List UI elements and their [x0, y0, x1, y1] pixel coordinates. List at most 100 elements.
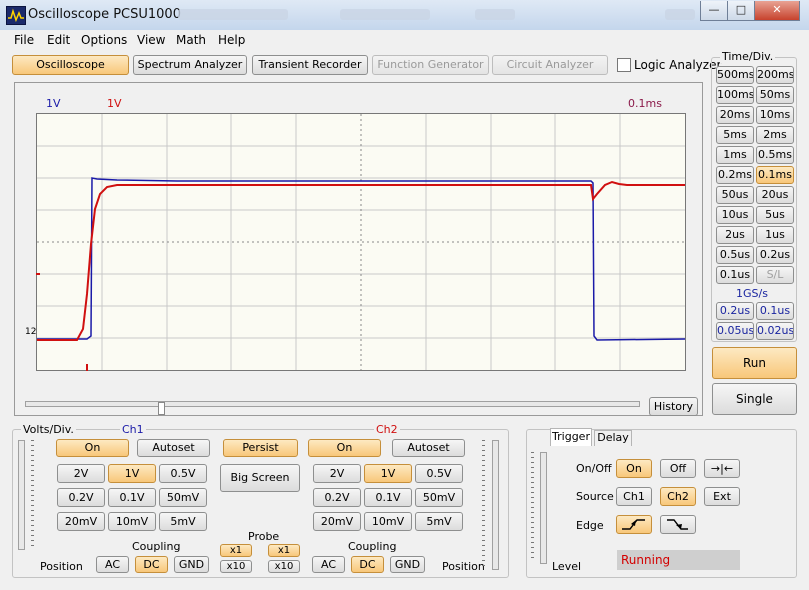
- ch1-volt-1V-button[interactable]: 1V: [108, 464, 156, 483]
- ch1-position-slider[interactable]: [18, 440, 25, 550]
- ch1-probe-x1-button[interactable]: x1: [220, 544, 252, 557]
- function-generator-button[interactable]: Function Generator: [372, 55, 489, 75]
- ch2-volt-0.1V-button[interactable]: 0.1V: [364, 488, 412, 507]
- time-50us-button[interactable]: 50us: [716, 186, 754, 204]
- close-button[interactable]: ✕: [754, 1, 800, 21]
- ch1-volt-2V-button[interactable]: 2V: [57, 464, 105, 483]
- ch2-volt-0.5V-button[interactable]: 0.5V: [415, 464, 463, 483]
- ch2-dc-button[interactable]: DC: [351, 556, 384, 573]
- ch1-gnd-button[interactable]: GND: [174, 556, 209, 573]
- ch2-volt-0.2V-button[interactable]: 0.2V: [313, 488, 361, 507]
- transient-recorder-button[interactable]: Transient Recorder: [252, 55, 368, 75]
- oscilloscope-tab-button[interactable]: Oscilloscope: [12, 55, 129, 75]
- menu-help[interactable]: Help: [218, 33, 245, 47]
- ch2-offset-marker: [36, 273, 40, 275]
- ch2-volt-50mV-button[interactable]: 50mV: [415, 488, 463, 507]
- spectrum-analyzer-button[interactable]: Spectrum Analyzer: [133, 55, 247, 75]
- trigger-off-button[interactable]: Off: [660, 459, 696, 478]
- time-10us-button[interactable]: 10us: [716, 206, 754, 224]
- tab-trigger[interactable]: Trigger: [550, 428, 592, 446]
- waveform-plot[interactable]: [36, 113, 686, 371]
- time-div-title: Time/Div.: [720, 50, 776, 63]
- time-2ms-button[interactable]: 2ms: [756, 126, 794, 144]
- timebase-scroll-thumb[interactable]: [158, 402, 165, 415]
- ch1-volt-0.5V-button[interactable]: 0.5V: [159, 464, 207, 483]
- trigger-on-button[interactable]: On: [616, 459, 652, 478]
- ch1-volt-5mV-button[interactable]: 5mV: [159, 512, 207, 531]
- history-button[interactable]: History: [649, 397, 698, 416]
- trigger-source-ch1-button[interactable]: Ch1: [616, 487, 652, 506]
- falling-edge-button[interactable]: [660, 515, 696, 534]
- ch1-dc-button[interactable]: DC: [135, 556, 168, 573]
- trigger-level-label: Level: [552, 560, 582, 573]
- time-20us-button[interactable]: 20us: [756, 186, 794, 204]
- time-0.1us-button[interactable]: 0.1us: [716, 266, 754, 284]
- window-title: Oscilloscope PCSU1000: [28, 7, 181, 22]
- time-20ms-button[interactable]: 20ms: [716, 106, 754, 124]
- minimize-button[interactable]: —: [700, 1, 728, 21]
- maximize-button[interactable]: □: [727, 1, 755, 21]
- ch2-probe-x1-button[interactable]: x1: [268, 544, 300, 557]
- trigger-source-ext-button[interactable]: Ext: [704, 487, 740, 506]
- time-10ms-button[interactable]: 10ms: [756, 106, 794, 124]
- time-5us-button[interactable]: 5us: [756, 206, 794, 224]
- ch1-probe-x10-button[interactable]: x10: [220, 560, 252, 573]
- time-0.5ms-button[interactable]: 0.5ms: [756, 146, 794, 164]
- trigger-position-marker: [86, 364, 88, 371]
- menu-math[interactable]: Math: [176, 33, 206, 47]
- time-0.02us-button[interactable]: 0.02us: [756, 322, 794, 340]
- time-200ms-button[interactable]: 200ms: [756, 66, 794, 84]
- ch2-probe-x10-button[interactable]: x10: [268, 560, 300, 573]
- timebase-scroll-track[interactable]: [25, 401, 640, 407]
- time-0.05us-button[interactable]: 0.05us: [716, 322, 754, 340]
- persist-button[interactable]: Persist: [223, 439, 298, 457]
- trigger-source-ch2-button[interactable]: Ch2: [660, 487, 696, 506]
- menu-edit[interactable]: Edit: [47, 33, 70, 47]
- time-1us-button[interactable]: 1us: [756, 226, 794, 244]
- ch2-volt-20mV-button[interactable]: 20mV: [313, 512, 361, 531]
- tab-delay[interactable]: Delay: [594, 430, 632, 446]
- ch1-ac-button[interactable]: AC: [96, 556, 129, 573]
- ch2-volt-2V-button[interactable]: 2V: [313, 464, 361, 483]
- menu-view[interactable]: View: [137, 33, 165, 47]
- logic-analyzer-checkbox[interactable]: [617, 58, 631, 72]
- ch2-position-slider[interactable]: [492, 440, 499, 570]
- ch2-volt-1V-button[interactable]: 1V: [364, 464, 412, 483]
- time-0.1us-fast-button[interactable]: 0.1us: [756, 302, 794, 320]
- big-screen-button[interactable]: Big Screen: [220, 464, 300, 492]
- menu-options[interactable]: Options: [81, 33, 127, 47]
- single-button[interactable]: Single: [712, 383, 797, 415]
- ch2-volt-10mV-button[interactable]: 10mV: [364, 512, 412, 531]
- time-5ms-button[interactable]: 5ms: [716, 126, 754, 144]
- ch1-on-button[interactable]: On: [56, 439, 129, 457]
- menu-file[interactable]: File: [14, 33, 34, 47]
- time-0.2ms-button[interactable]: 0.2ms: [716, 166, 754, 184]
- circuit-analyzer-button[interactable]: Circuit Analyzer: [492, 55, 608, 75]
- ch1-volt-10mV-button[interactable]: 10mV: [108, 512, 156, 531]
- time-500ms-button[interactable]: 500ms: [716, 66, 754, 84]
- time-0.5us-button[interactable]: 0.5us: [716, 246, 754, 264]
- time-50ms-button[interactable]: 50ms: [756, 86, 794, 104]
- trigger-level-slider[interactable]: [540, 452, 547, 564]
- trigger-center-icon[interactable]: →|←: [704, 459, 740, 478]
- time-0.2us-button[interactable]: 0.2us: [756, 246, 794, 264]
- ch2-on-button[interactable]: On: [308, 439, 381, 457]
- time-2us-button[interactable]: 2us: [716, 226, 754, 244]
- ch2-ac-button[interactable]: AC: [312, 556, 345, 573]
- rising-edge-button[interactable]: [616, 515, 652, 534]
- run-button[interactable]: Run: [712, 347, 797, 379]
- ch2-volt-5mV-button[interactable]: 5mV: [415, 512, 463, 531]
- time-S-L-button[interactable]: S/L: [756, 266, 794, 284]
- ch1-autoset-button[interactable]: Autoset: [137, 439, 210, 457]
- time-0.2us-fast-button[interactable]: 0.2us: [716, 302, 754, 320]
- time-100ms-button[interactable]: 100ms: [716, 86, 754, 104]
- ch2-autoset-button[interactable]: Autoset: [392, 439, 465, 457]
- time-0.1ms-button[interactable]: 0.1ms: [756, 166, 794, 184]
- ch1-volt-50mV-button[interactable]: 50mV: [159, 488, 207, 507]
- ch2-gnd-button[interactable]: GND: [390, 556, 425, 573]
- ch1-volt-0.1V-button[interactable]: 0.1V: [108, 488, 156, 507]
- ground-marker-label: 12: [25, 327, 37, 337]
- ch1-volt-0.2V-button[interactable]: 0.2V: [57, 488, 105, 507]
- ch1-volt-20mV-button[interactable]: 20mV: [57, 512, 105, 531]
- time-1ms-button[interactable]: 1ms: [716, 146, 754, 164]
